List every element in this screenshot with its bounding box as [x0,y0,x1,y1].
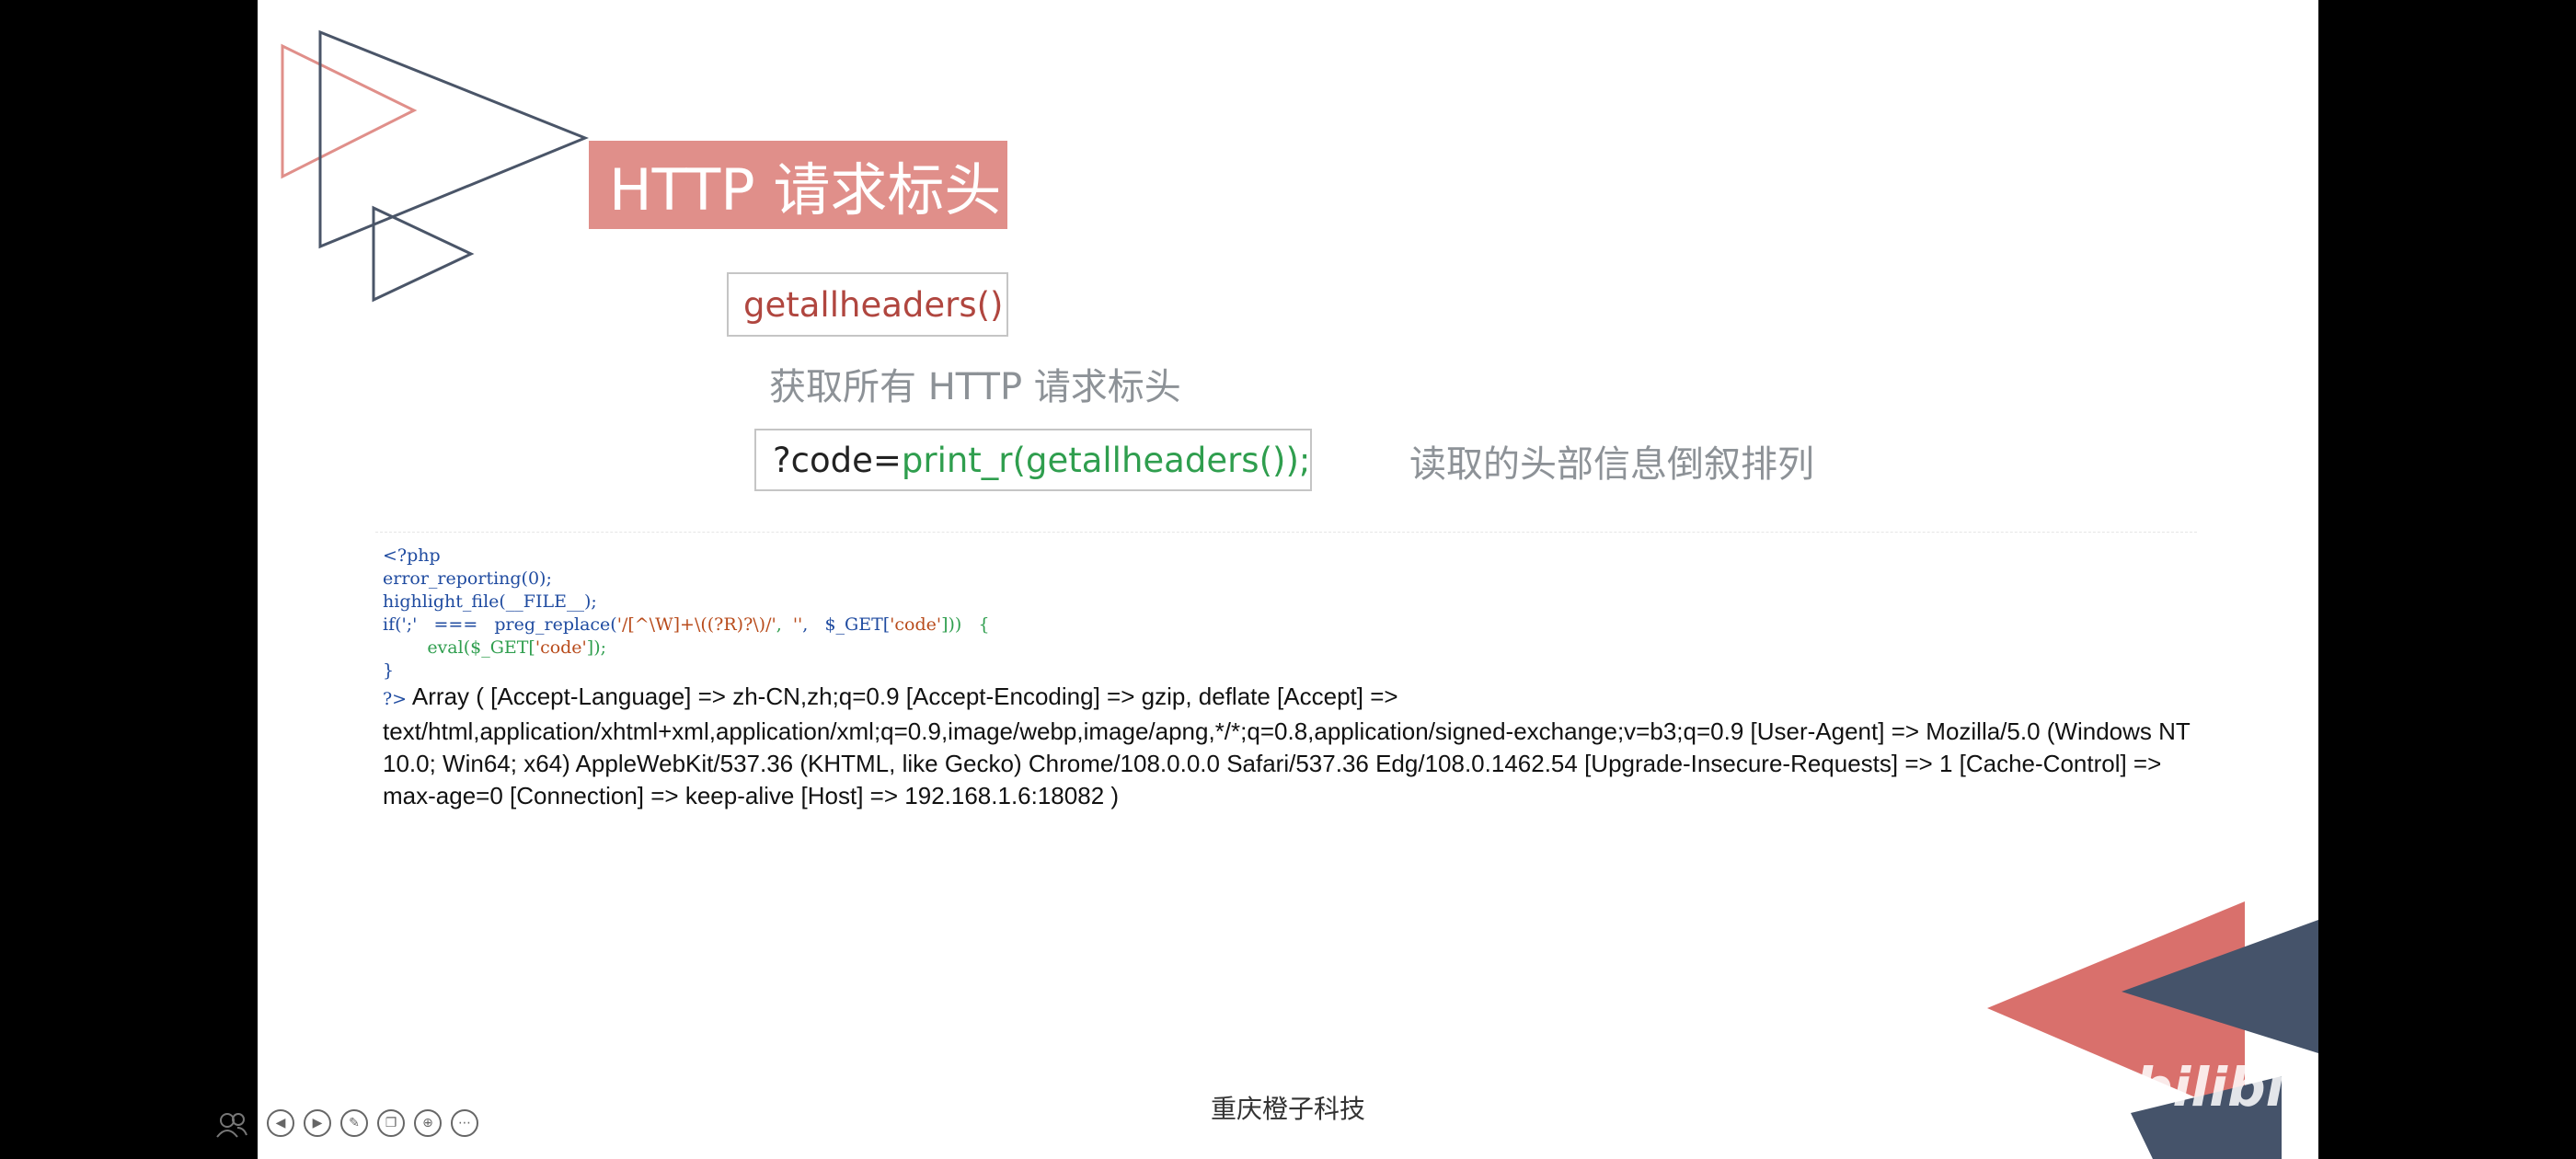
slate-triangle-outline-large [318,29,589,249]
function-name-box: getallheaders() [727,272,1008,337]
bilibili-logo: bilibili [2134,1056,2318,1119]
slide-title: HTTP 请求标头 [589,141,1007,229]
php-line-4: if(';' === preg_replace('/[^\W]+\((?R)?\… [383,614,990,635]
prev-icon[interactable]: ◀ [267,1109,294,1137]
code-example-box: ?code= print_r(getallheaders()); [754,429,1312,491]
divider [375,532,2197,533]
next-icon[interactable]: ▶ [304,1109,331,1137]
more-icon[interactable]: ⋯ [451,1109,478,1137]
watermark-text: 橙子科技工作室 [1831,1074,2088,1117]
php-line-5: eval($_GET['code']); [383,637,607,658]
php-line-1: <?php [383,545,441,566]
slide: HTTP 请求标头 getallheaders() 获取所有 HTTP 请求标头… [258,0,2318,1159]
slate-triangle-outline-small [372,205,475,303]
users-icon[interactable] [215,1111,248,1146]
pink-triangle-outline [281,43,418,179]
ordering-note: 读取的头部信息倒叙排列 [1409,443,1814,486]
php-line-6: } [383,660,395,681]
code-call: print_r(getallheaders()); [901,440,1311,480]
php-line-2: error_reporting(0); [383,568,552,589]
code-prefix: ?code= [773,440,902,480]
player-controls: ◀ ▶ ✎ ❐ ⊕ ⋯ [267,1109,478,1137]
headers-output-text: Array ( [Accept-Language] => zh-CN,zh;q=… [383,683,2191,809]
php-close-tag: ?> [383,689,408,709]
decor-triangles-top [281,29,589,303]
php-line-3: highlight_file(__FILE__); [383,591,597,612]
php-source-code: <?php error_reporting(0); highlight_file… [383,545,990,683]
zoom-icon[interactable]: ⊕ [414,1109,442,1137]
copy-icon[interactable]: ❐ [377,1109,405,1137]
function-description: 获取所有 HTTP 请求标头 [769,366,1181,408]
headers-output: ?> Array ( [Accept-Language] => zh-CN,zh… [383,681,2214,812]
pen-icon[interactable]: ✎ [340,1109,368,1137]
